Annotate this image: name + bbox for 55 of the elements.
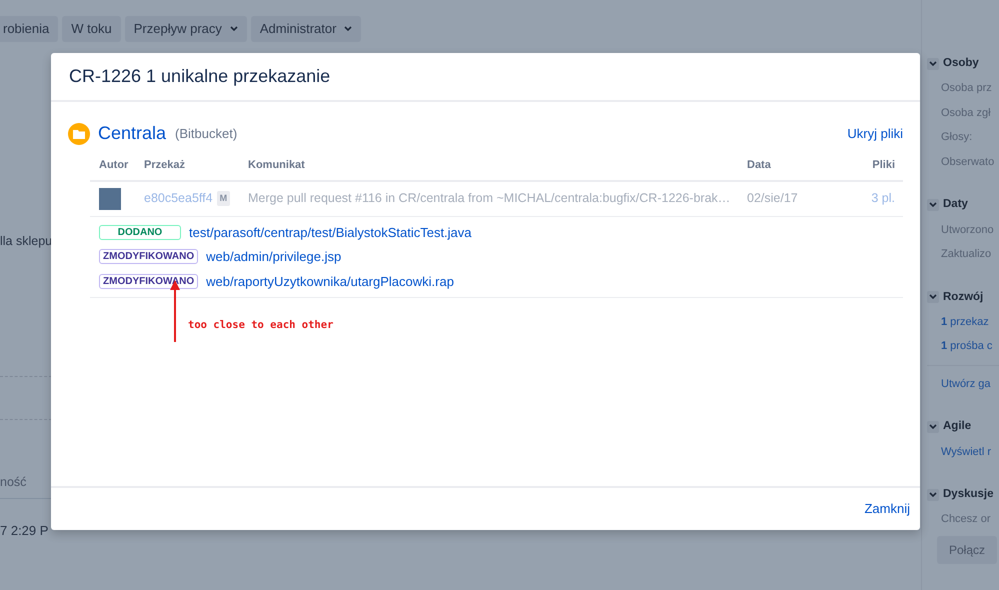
toolbar-button[interactable]: robienia: [0, 16, 58, 42]
collapse-toggle[interactable]: [927, 488, 939, 501]
collapse-toggle[interactable]: [927, 420, 939, 433]
field-label: Chcesz or: [940, 512, 992, 528]
field-label: Osoba prz: [940, 81, 993, 96]
annotation-text: too close to each other: [188, 318, 334, 334]
avatar-placeholder: [99, 188, 121, 210]
field-label: Osoba zgł: [940, 106, 992, 121]
toolbar-button[interactable]: Administrator: [250, 16, 362, 42]
column-header: Komunikat: [248, 158, 306, 173]
section-heading: Daty: [943, 197, 968, 212]
column-header: Data: [747, 158, 772, 173]
close-link[interactable]: Zamknij: [864, 499, 910, 519]
sidebar-link[interactable]: 1 prośba c: [927, 338, 999, 355]
section-heading: Rozwój: [943, 290, 984, 304]
folder-icon: [68, 122, 90, 144]
chevron-down-icon: [929, 424, 937, 430]
chevron-down-icon: [929, 60, 937, 67]
chevron-down-icon: [929, 294, 937, 300]
toolbar-button[interactable]: W toku: [62, 16, 121, 42]
hide-files-link[interactable]: Ukryj pliki: [847, 124, 903, 144]
collapse-toggle[interactable]: [927, 198, 939, 211]
column-header: Przekaż: [144, 158, 186, 173]
collapse-toggle[interactable]: [927, 58, 939, 70]
repository-link[interactable]: Centrala: [98, 120, 166, 147]
timestamp: 7 2:29 P: [0, 522, 50, 540]
column-label: ność: [0, 474, 28, 491]
section-heading: Osoby: [943, 56, 979, 71]
dialog-title: CR-1226 1 unikalne przekazanie: [69, 66, 330, 88]
sidebar-link[interactable]: Utwórz ga: [941, 378, 991, 390]
file-path-link[interactable]: web/admin/privilege.jsp: [206, 247, 342, 266]
repository-source: (Bitbucket): [175, 124, 238, 143]
status-lozenge: DODANO: [99, 224, 181, 240]
chevron-down-icon: [929, 202, 937, 208]
column-header: Autor: [99, 158, 130, 173]
status-lozenge: ZMODYFIKOWANO: [99, 249, 198, 264]
connect-button[interactable]: Połącz: [937, 536, 998, 564]
page-text: lla sklepu: [0, 233, 52, 250]
chevron-down-icon: [929, 492, 937, 498]
file-path-link[interactable]: test/parasoft/centrap/test/BialystokStaticTest.java: [189, 222, 472, 242]
field-label: Zaktualizo: [940, 247, 992, 262]
commit-message: Merge pull request #116 in CR/centrala from ~MICHAL/centrala:bugfix/CR-1226-brak…: [248, 190, 732, 208]
toolbar-button[interactable]: Przepływ pracy: [124, 16, 247, 42]
merge-badge: M: [216, 190, 230, 206]
section-heading: Dyskusje: [943, 487, 994, 502]
sidebar-link[interactable]: 1 przekaz: [927, 314, 999, 330]
commit-date: 02/sie/17: [747, 190, 799, 208]
field-label: Obserwato: [940, 154, 996, 170]
sidebar-link[interactable]: Wyświetl r: [927, 444, 999, 460]
collapse-toggle[interactable]: [927, 291, 939, 304]
column-header: Pliki: [871, 158, 896, 173]
section-heading: Agile: [943, 419, 972, 434]
field-label: Utworzono: [940, 222, 995, 238]
field-label: Głosy:: [940, 130, 974, 146]
file-path-link[interactable]: web/raportyUzytkownika/utargPlacowki.rap: [206, 272, 454, 291]
